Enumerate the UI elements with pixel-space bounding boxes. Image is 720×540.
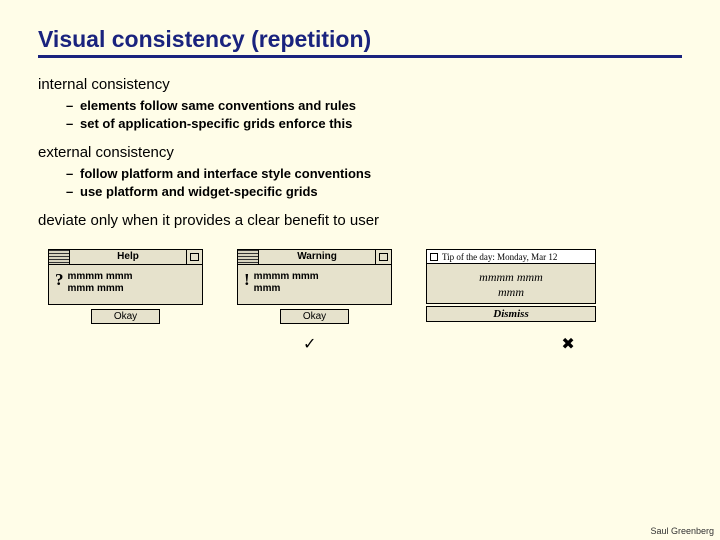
- cross-icon: ✖: [561, 334, 574, 354]
- okay-button[interactable]: Okay: [280, 309, 349, 324]
- msg-line: mmm: [254, 283, 319, 295]
- dialog-title: Help: [70, 249, 187, 265]
- okay-button[interactable]: Okay: [91, 309, 160, 324]
- section-head-2: external consistency: [38, 144, 682, 161]
- button-row: Okay: [48, 309, 203, 324]
- dialog-body: mmmm mmm mmm: [426, 264, 596, 304]
- dialog-row: Help ? mmmm mmm mmm mmm Okay Warning: [48, 249, 682, 324]
- dialog-message: mmmm mmm mmm mmm: [68, 271, 133, 295]
- final-statement: deviate only when it provides a clear be…: [38, 212, 682, 229]
- dialog-titlebar: Tip of the day: Monday, Mar 12: [426, 249, 596, 264]
- dialog-titlebar: Warning: [237, 249, 392, 265]
- bullet-item: –set of application-specific grids enfor…: [66, 115, 682, 133]
- grip-icon: [237, 249, 259, 265]
- dialog-body: ? mmmm mmm mmm mmm: [48, 265, 203, 305]
- bullet-item: –elements follow same conventions and ru…: [66, 97, 682, 115]
- bullet-group-1: –elements follow same conventions and ru…: [66, 97, 682, 132]
- bullet-text: elements follow same conventions and rul…: [80, 97, 356, 115]
- dismiss-button[interactable]: Dismiss: [426, 306, 596, 322]
- slide: Visual consistency (repetition) internal…: [0, 0, 720, 354]
- msg-line: mmmm mmm: [68, 271, 133, 283]
- dialog-message: mmmm mmm mmm: [254, 271, 319, 295]
- msg-line: mmmm mmm: [431, 270, 591, 284]
- grip-icon: [48, 249, 70, 265]
- dash-icon: –: [66, 97, 80, 115]
- button-row: Okay: [237, 309, 392, 324]
- question-icon: ?: [55, 271, 64, 288]
- bullet-text: use platform and widget-specific grids: [80, 183, 318, 201]
- dash-icon: –: [66, 165, 80, 183]
- msg-line: mmmm mmm: [254, 271, 319, 283]
- dash-icon: –: [66, 115, 80, 133]
- dialog-title: Warning: [259, 249, 376, 265]
- minimize-icon[interactable]: [376, 249, 392, 265]
- msg-line: mmm: [431, 285, 591, 299]
- dialog-titlebar: Help: [48, 249, 203, 265]
- exclamation-icon: !: [244, 271, 250, 288]
- mark-row: ✓ ✖: [38, 334, 682, 354]
- slide-title: Visual consistency (repetition): [38, 26, 682, 58]
- msg-line: mmm mmm: [68, 283, 133, 295]
- bullet-item: –use platform and widget-specific grids: [66, 183, 682, 201]
- bullet-text: follow platform and interface style conv…: [80, 165, 371, 183]
- dash-icon: –: [66, 183, 80, 201]
- dialog-warning: Warning ! mmmm mmm mmm Okay: [237, 249, 392, 324]
- check-icon: ✓: [303, 334, 316, 354]
- dialog-title: Tip of the day: Monday, Mar 12: [442, 252, 557, 262]
- footer-credit: Saul Greenberg: [650, 526, 714, 536]
- section-head-1: internal consistency: [38, 76, 682, 93]
- box-icon[interactable]: [430, 253, 438, 261]
- bullet-text: set of application-specific grids enforc…: [80, 115, 352, 133]
- bullet-item: –follow platform and interface style con…: [66, 165, 682, 183]
- dialog-tip: Tip of the day: Monday, Mar 12 mmmm mmm …: [426, 249, 596, 322]
- minimize-icon[interactable]: [187, 249, 203, 265]
- dialog-body: ! mmmm mmm mmm: [237, 265, 392, 305]
- bullet-group-2: –follow platform and interface style con…: [66, 165, 682, 200]
- dialog-help: Help ? mmmm mmm mmm mmm Okay: [48, 249, 203, 324]
